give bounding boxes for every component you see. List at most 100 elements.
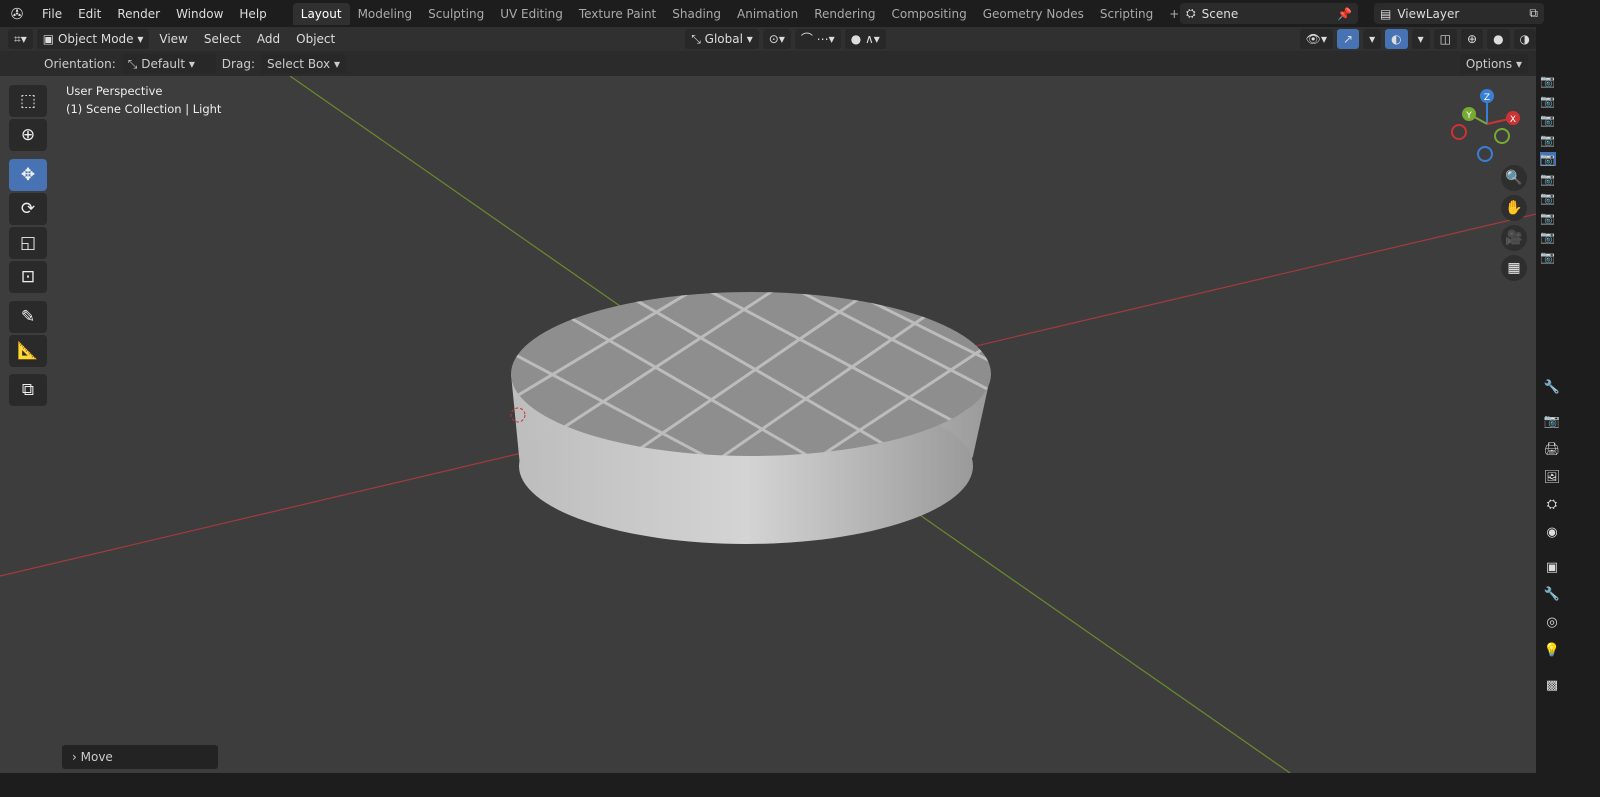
tab-animation[interactable]: Animation <box>729 3 806 25</box>
viewlayer-selector[interactable]: ▤ ViewLayer ⧉ <box>1374 3 1544 24</box>
orientation-dropdown[interactable]: ⤡ Default ▾ <box>121 53 216 74</box>
menu-render[interactable]: Render <box>109 7 168 21</box>
view-layer-icon[interactable]: 🖼 <box>1542 470 1562 490</box>
render-visibility-icon[interactable]: 📷 <box>1540 211 1556 225</box>
tool-settings-bar: Orientation: ⤡ Default ▾ Drag: Select Bo… <box>0 51 1536 76</box>
render-visibility-icon[interactable]: 📷 <box>1540 191 1556 205</box>
tab-sculpting[interactable]: Sculpting <box>420 3 492 25</box>
blender-logo-icon[interactable]: ✇ <box>0 5 34 23</box>
visibility-dropdown[interactable]: 👁▾ <box>1299 29 1334 49</box>
options-label: Options <box>1465 56 1513 71</box>
overlay-toggle[interactable]: ◐ <box>1385 29 1408 49</box>
shading-solid[interactable]: ● <box>1487 29 1510 49</box>
tab-scripting[interactable]: Scripting <box>1092 3 1161 25</box>
render-visibility-icon[interactable]: 📷 <box>1540 94 1556 108</box>
tab-shading[interactable]: Shading <box>664 3 729 25</box>
render-visibility-icon[interactable]: 📷 <box>1540 250 1556 264</box>
navigation-gizmo[interactable]: Z X Y <box>1447 88 1527 168</box>
gizmo-toggle[interactable]: ↗ <box>1337 29 1360 49</box>
menu-file[interactable]: File <box>34 7 70 21</box>
modifier-icon[interactable]: 🔧 <box>1542 587 1562 607</box>
scene-name[interactable]: Scene <box>1202 7 1331 21</box>
pin-icon[interactable]: 📌 <box>1337 7 1352 21</box>
status-bar <box>0 773 1600 797</box>
scene-selector[interactable]: ⛭ Scene 📌 <box>1180 3 1358 24</box>
add-cube-tool[interactable]: ⧉ <box>9 374 47 406</box>
copy-icon[interactable]: ⧉ <box>1529 6 1538 21</box>
gizmo-dropdown[interactable]: ▾ <box>1363 29 1382 49</box>
physics-icon[interactable]: ◎ <box>1542 615 1562 635</box>
gizmo-x-label: X <box>1510 115 1516 125</box>
viewlayer-name[interactable]: ViewLayer <box>1397 7 1523 21</box>
render-visibility-icon[interactable]: 📷 <box>1540 172 1556 186</box>
editor-type-button[interactable]: ⌗▾ <box>8 29 33 49</box>
tool-icon[interactable]: 🔧 <box>1542 380 1562 400</box>
camera-view-icon[interactable]: 🎥 <box>1501 225 1527 251</box>
tab-modeling[interactable]: Modeling <box>350 3 421 25</box>
menu-select[interactable]: Select <box>198 30 247 48</box>
perspective-label: User Perspective <box>66 84 163 98</box>
cursor-tool[interactable]: ⊕ <box>9 119 47 151</box>
annotate-tool[interactable]: ✎ <box>9 301 47 333</box>
rotate-tool[interactable]: ⟳ <box>9 193 47 225</box>
world-icon[interactable]: ◉ <box>1542 525 1562 545</box>
render-visibility-icon[interactable]: 📷 <box>1540 152 1556 166</box>
tab-geometry-nodes[interactable]: Geometry Nodes <box>975 3 1092 25</box>
constraint-icon[interactable]: 💡 <box>1542 643 1562 663</box>
shading-material[interactable]: ◑ <box>1513 29 1537 49</box>
pan-hand-icon[interactable]: ✋ <box>1501 195 1527 221</box>
perspective-grid-icon[interactable]: ▦ <box>1501 255 1527 281</box>
render-visibility-icon[interactable]: 📷 <box>1540 230 1556 244</box>
transform-tool[interactable]: ⊡ <box>9 261 47 293</box>
menu-add[interactable]: Add <box>251 30 286 48</box>
scale-tool[interactable]: ◱ <box>9 227 47 259</box>
tab-layout[interactable]: Layout <box>292 2 350 25</box>
overlay-dropdown[interactable]: ▾ <box>1411 29 1430 49</box>
tab-uv-editing[interactable]: UV Editing <box>492 3 571 25</box>
zoom-icon[interactable]: 🔍 <box>1501 165 1527 191</box>
scene-canvas <box>0 76 1536 773</box>
select-box-icon: ⬚ <box>19 91 37 111</box>
measure-tool[interactable]: 📐 <box>9 335 47 367</box>
last-operator-panel[interactable]: › Move <box>62 745 218 769</box>
mode-dropdown[interactable]: ▣ Object Mode ▾ <box>36 29 150 49</box>
orientation-value: Default <box>141 56 186 71</box>
move-tool[interactable]: ✥ <box>9 159 47 191</box>
options-dropdown[interactable]: Options ▾ <box>1459 53 1528 74</box>
output-icon[interactable]: 🖨 <box>1542 442 1562 462</box>
transform-orientation-dropdown[interactable]: ⤡ Global ▾ <box>685 29 759 49</box>
shading-wireframe[interactable]: ⊕ <box>1461 29 1484 49</box>
menu-view[interactable]: View <box>153 30 193 48</box>
data-icon[interactable]: ▩ <box>1542 678 1562 698</box>
drag-value: Select Box <box>266 56 331 71</box>
move-icon: ✥ <box>20 165 36 185</box>
proportional-edit-toggle[interactable]: ● ∧▾ <box>844 29 886 49</box>
render-visibility-icon[interactable]: 📷 <box>1540 74 1556 88</box>
tab-texture-paint[interactable]: Texture Paint <box>571 3 664 25</box>
add-cube-icon: ⧉ <box>21 380 35 400</box>
object-icon[interactable]: ▣ <box>1542 560 1562 580</box>
gizmo-z-label: Z <box>1484 93 1490 103</box>
gizmo-y-label: Y <box>1465 111 1472 121</box>
render-icon[interactable]: 📷 <box>1542 414 1562 434</box>
drag-dropdown[interactable]: Select Box ▾ <box>260 53 346 74</box>
drag-label: Drag: <box>221 56 255 71</box>
cylinder-object <box>510 292 991 544</box>
menu-object[interactable]: Object <box>290 30 341 48</box>
tab-compositing[interactable]: Compositing <box>883 3 974 25</box>
last-operator-label: Move <box>80 750 113 764</box>
viewlayer-icon: ▤ <box>1380 6 1392 21</box>
menu-edit[interactable]: Edit <box>70 7 109 21</box>
collection-label: (1) Scene Collection | Light <box>66 102 222 116</box>
render-visibility-icon[interactable]: 📷 <box>1540 113 1556 127</box>
menu-help[interactable]: Help <box>231 7 274 21</box>
render-visibility-icon[interactable]: 📷 <box>1540 133 1556 147</box>
3d-viewport[interactable]: User Perspective (1) Scene Collection | … <box>0 76 1536 773</box>
tab-rendering[interactable]: Rendering <box>806 3 883 25</box>
snap-toggle[interactable]: ⌒ ⋯▾ <box>794 29 841 49</box>
menu-window[interactable]: Window <box>168 7 231 21</box>
xray-toggle[interactable]: ◫ <box>1433 29 1457 49</box>
scene-icon[interactable]: ⛭ <box>1542 497 1562 517</box>
pivot-dropdown[interactable]: ⊙▾ <box>762 29 791 49</box>
select-box-tool[interactable]: ⬚ <box>9 85 47 117</box>
